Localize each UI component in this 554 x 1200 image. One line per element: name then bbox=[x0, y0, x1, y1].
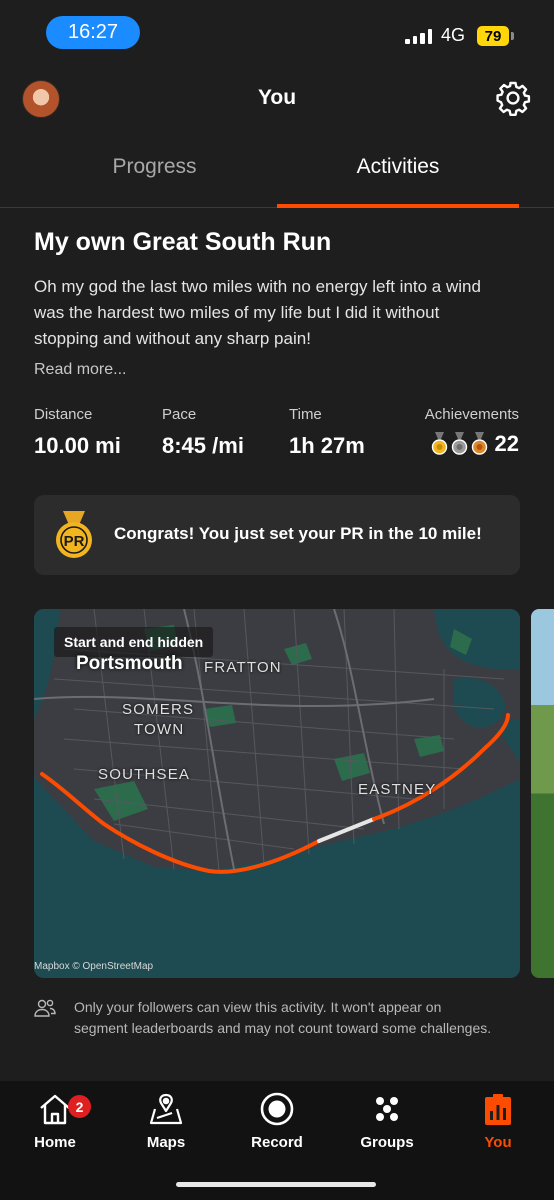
network-type: 4G bbox=[441, 25, 466, 45]
nav-record[interactable]: Record bbox=[227, 1091, 327, 1151]
pr-message: Congrats! You just set your PR in the 10… bbox=[114, 524, 482, 543]
stat-value: 8:45 /mi bbox=[162, 433, 244, 458]
page-title: You bbox=[257, 86, 297, 109]
stat-value: 10.00 mi bbox=[34, 433, 121, 458]
privacy-note: Only your followers can view this activi… bbox=[74, 999, 492, 1036]
stat-label: Achievements bbox=[424, 406, 519, 423]
status-bar: 16:27 4G 79 bbox=[0, 0, 554, 60]
map-label: SOMERS bbox=[122, 701, 195, 718]
photo-thumbnail[interactable] bbox=[531, 609, 554, 978]
nav-label: Record bbox=[251, 1134, 303, 1151]
signal-icon bbox=[405, 28, 433, 44]
groups-icon bbox=[376, 1097, 398, 1121]
nav-groups[interactable]: Groups bbox=[337, 1091, 437, 1151]
nav-label: You bbox=[484, 1134, 512, 1151]
battery-icon: 79 bbox=[477, 26, 509, 46]
tab-activities[interactable]: Activities bbox=[277, 155, 519, 179]
achievement-count: 22 bbox=[494, 431, 519, 456]
pr-badge-icon: PR bbox=[56, 511, 92, 558]
nav-label: Maps bbox=[146, 1134, 186, 1151]
stat-label: Time bbox=[289, 406, 322, 423]
activity-title[interactable]: My own Great South Run bbox=[34, 228, 331, 257]
home-indicator bbox=[176, 1182, 376, 1187]
pr-banner[interactable]: PR Congrats! You just set your PR in the… bbox=[34, 495, 520, 575]
gear-icon[interactable] bbox=[495, 80, 531, 116]
active-tab-indicator bbox=[277, 204, 519, 208]
read-more-link[interactable]: Read more... bbox=[34, 361, 126, 379]
route-map[interactable]: Start and end hidden Portsmouth FRATTON … bbox=[34, 609, 520, 978]
nav-label: Groups bbox=[360, 1134, 414, 1151]
battery-nub bbox=[511, 32, 514, 40]
map-label: EASTNEY bbox=[358, 781, 437, 798]
stat-label: Pace bbox=[162, 406, 197, 423]
map-credit: Mapbox © OpenStreetMap bbox=[34, 961, 154, 972]
tab-progress[interactable]: Progress bbox=[16, 155, 293, 179]
map-label: FRATTON bbox=[204, 659, 282, 676]
stat-label: Distance bbox=[34, 406, 93, 423]
map-label: SOUTHSEA bbox=[98, 766, 191, 783]
maps-icon bbox=[149, 1093, 183, 1125]
nav-maps[interactable]: Maps bbox=[116, 1091, 216, 1151]
bronze-medal-icon bbox=[471, 432, 487, 455]
notification-badge: 2 bbox=[68, 1095, 91, 1118]
gold-medal-icon bbox=[431, 432, 447, 455]
map-city-label: Portsmouth bbox=[76, 653, 183, 674]
nav-home[interactable]: 2 Home bbox=[5, 1091, 105, 1151]
silver-medal-icon bbox=[451, 432, 467, 455]
stat-distance: Distance 10.00 mi bbox=[34, 406, 121, 459]
map-label: TOWN bbox=[134, 721, 185, 738]
stat-time: Time 1h 27m bbox=[289, 406, 365, 459]
activity-description: Oh my god the last two miles with no ene… bbox=[34, 277, 481, 348]
nav-label: Home bbox=[34, 1134, 76, 1151]
pr-badge-text: PR bbox=[64, 533, 85, 550]
stat-achievements[interactable]: Achievements 22 bbox=[425, 406, 519, 457]
stat-value: 1h 27m bbox=[289, 433, 365, 458]
status-time: 16:27 bbox=[46, 16, 140, 49]
record-icon bbox=[260, 1092, 294, 1126]
you-icon bbox=[485, 1094, 511, 1125]
followers-icon bbox=[34, 999, 56, 1017]
nav-you[interactable]: You bbox=[448, 1091, 548, 1151]
stat-pace: Pace 8:45 /mi bbox=[162, 406, 244, 459]
